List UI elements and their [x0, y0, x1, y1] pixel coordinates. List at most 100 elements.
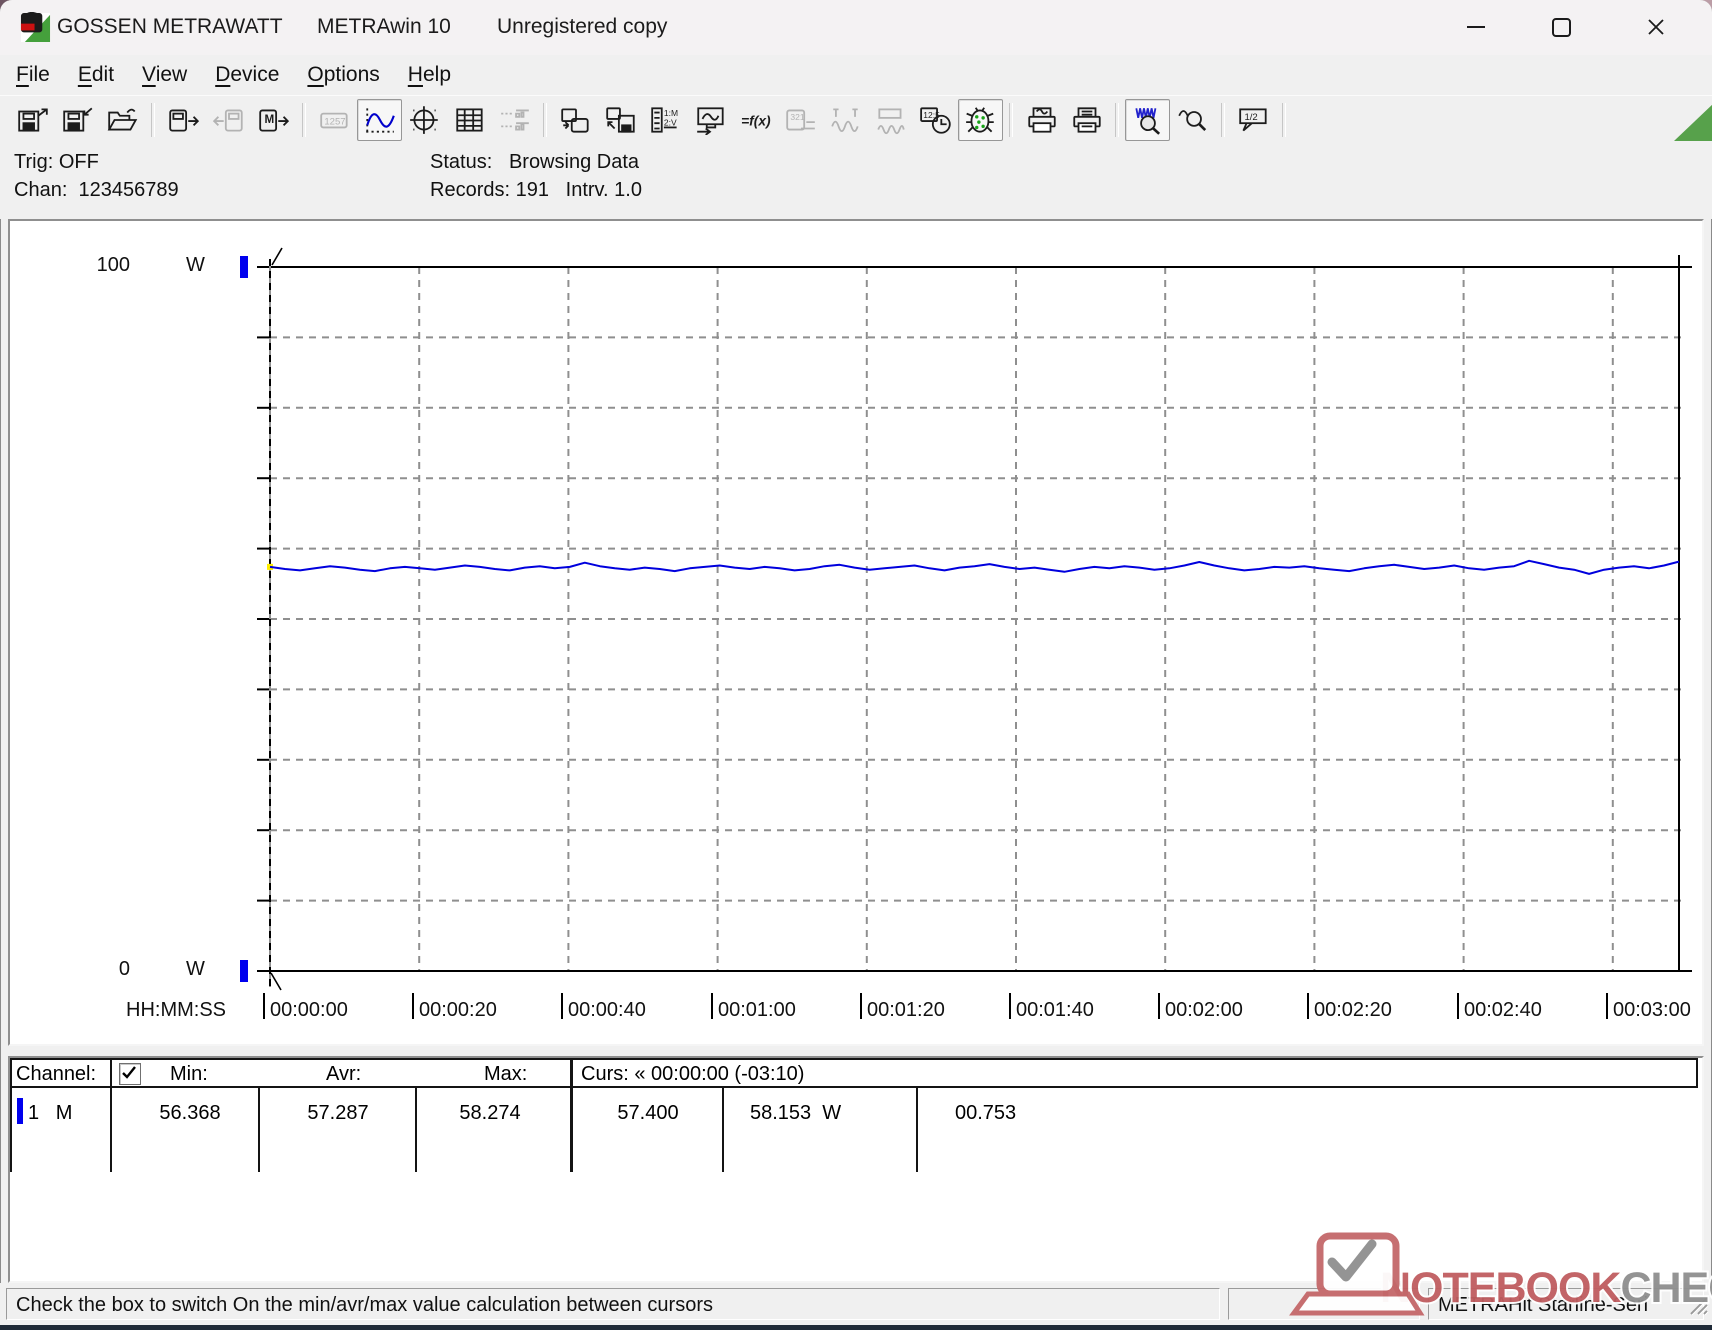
menu-view[interactable]: View [128, 63, 201, 87]
table-header-minavrmax: Min: Avr: Max: [110, 1058, 572, 1088]
y-axis-max-label: 100 [78, 254, 130, 277]
toolbar-separator [1115, 103, 1119, 137]
svg-text:1/2: 1/2 [1244, 112, 1257, 123]
minmax-checkbox[interactable] [119, 1063, 141, 1085]
write-device-button[interactable] [206, 99, 251, 141]
x-tick [711, 993, 713, 1019]
channel-setup-icon: 1:M2:V [649, 105, 683, 135]
svg-text:12:5: 12:5 [923, 110, 940, 120]
formula-editor-button[interactable]: =f(x) [733, 99, 778, 141]
file-open-icon [106, 105, 140, 135]
toolbar-corner-decoration [1674, 103, 1712, 141]
cell-cursor-diff: 00.753 [955, 1102, 1016, 1125]
close-button[interactable] [1626, 5, 1686, 49]
x-axis-label: HH:MM:SS [126, 999, 226, 1022]
read-device-icon [167, 105, 201, 135]
file-save-icon [61, 105, 95, 135]
read-device-button[interactable] [161, 99, 206, 141]
print-report-icon [1070, 105, 1104, 135]
app-window: GOSSEN METRAWATT METRAwin 10 Unregistere… [0, 0, 1712, 1330]
monitor-view-button[interactable] [688, 99, 733, 141]
svg-text:M: M [264, 113, 274, 126]
y-axis-channel-marker-top[interactable] [240, 256, 248, 278]
store-config-icon [604, 105, 638, 135]
toolbar-separator [302, 103, 306, 137]
maximize-icon [1552, 18, 1571, 37]
file-export-icon [16, 105, 50, 135]
annotation-icon: 1/2 [1237, 105, 1271, 135]
file-save-button[interactable] [55, 99, 100, 141]
view-xy-button[interactable] [402, 99, 447, 141]
x-tick-label: 00:02:20 [1314, 999, 1392, 1022]
y-axis-channel-marker-bottom[interactable] [240, 960, 248, 982]
cell-channel[interactable]: 1 M [28, 1102, 72, 1125]
chart-plot[interactable] [10, 221, 1698, 1040]
x-tick-label: 00:00:40 [568, 999, 646, 1022]
x-tick-label: 00:00:20 [419, 999, 497, 1022]
live-record-button[interactable] [958, 99, 1003, 141]
records-status: Records: 191 Intrv. 1.0 [430, 179, 642, 202]
time-settings-icon: 12:5 [919, 105, 953, 135]
read-memory-icon: M [257, 105, 291, 135]
toolbar-separator [151, 103, 155, 137]
measurement-table: Channel: Min: Avr: Max: Curs: « 00:00:00… [8, 1056, 1704, 1283]
minimize-button[interactable] [1446, 5, 1506, 49]
svg-text:=f(x): =f(x) [741, 112, 771, 128]
table-header-channel: Channel: [10, 1058, 112, 1088]
view-table-button[interactable] [447, 99, 492, 141]
view-table-icon [453, 105, 487, 135]
read-memory-button[interactable]: M [251, 99, 296, 141]
x-tick [1606, 993, 1608, 1019]
envelope-mode-icon [874, 105, 908, 135]
print-chart-button[interactable] [1019, 99, 1064, 141]
status-bar: Check the box to switch On the min/avr/m… [0, 1283, 1712, 1325]
maximize-button[interactable] [1531, 5, 1591, 49]
x-tick [263, 993, 265, 1019]
close-icon [1646, 17, 1666, 37]
svg-text:1257: 1257 [324, 116, 345, 127]
cell-min: 56.368 [140, 1102, 240, 1125]
statusbar-hint: Check the box to switch On the min/avr/m… [6, 1288, 1220, 1320]
store-config-button[interactable] [598, 99, 643, 141]
menu-help[interactable]: Help [394, 63, 465, 87]
menu-options[interactable]: Options [293, 63, 393, 87]
table-header-min: Min: [170, 1063, 208, 1086]
view-statistics-button[interactable] [492, 99, 537, 141]
zoom-in-chart-icon [1131, 105, 1165, 135]
menu-edit[interactable]: Edit [64, 63, 128, 87]
svg-text:2:V: 2:V [663, 117, 676, 127]
y-axis-unit-bottom: W [186, 958, 205, 981]
channel-status: Chan: 123456789 [14, 179, 179, 202]
view-statistics-icon [498, 105, 532, 135]
resize-grip[interactable] [1685, 1292, 1709, 1316]
device-online-button[interactable]: 321 [778, 99, 823, 141]
x-tick [412, 993, 414, 1019]
toolbar-separator [1009, 103, 1013, 137]
x-tick-label: 00:01:20 [867, 999, 945, 1022]
zoom-in-chart-button[interactable] [1125, 99, 1170, 141]
zoom-out-chart-button[interactable] [1170, 99, 1215, 141]
file-export-button[interactable] [10, 99, 55, 141]
menu-file[interactable]: File [2, 63, 64, 87]
time-settings-button[interactable]: 12:5 [913, 99, 958, 141]
view-multimeter-button[interactable]: 1257 [312, 99, 357, 141]
table-header-cursors: Curs: « 00:00:00 (-03:10) [570, 1058, 1698, 1088]
print-report-button[interactable] [1064, 99, 1109, 141]
x-tick-label: 00:00:00 [270, 999, 348, 1022]
wave-compare-button[interactable] [823, 99, 868, 141]
svg-text:321: 321 [790, 112, 804, 122]
x-tick-label: 00:02:00 [1165, 999, 1243, 1022]
channel-setup-button[interactable]: 1:M2:V [643, 99, 688, 141]
title-bar: GOSSEN METRAWATT METRAwin 10 Unregistere… [0, 0, 1712, 55]
envelope-mode-button[interactable] [868, 99, 913, 141]
checkmark-icon [120, 1064, 138, 1082]
view-chart-button[interactable] [357, 99, 402, 141]
menu-device[interactable]: Device [201, 63, 293, 87]
toolbar: M 1257 1:M2:V =f(x) 321 12:5 1/2 [0, 95, 1712, 145]
file-open-button[interactable] [100, 99, 145, 141]
browse-status: Status: Browsing Data [430, 151, 639, 174]
annotation-button[interactable]: 1/2 [1231, 99, 1276, 141]
device-settings-button[interactable] [553, 99, 598, 141]
menu-bar: FileEditViewDeviceOptionsHelp [0, 55, 1712, 95]
trigger-status: Trig: OFF [14, 151, 99, 174]
